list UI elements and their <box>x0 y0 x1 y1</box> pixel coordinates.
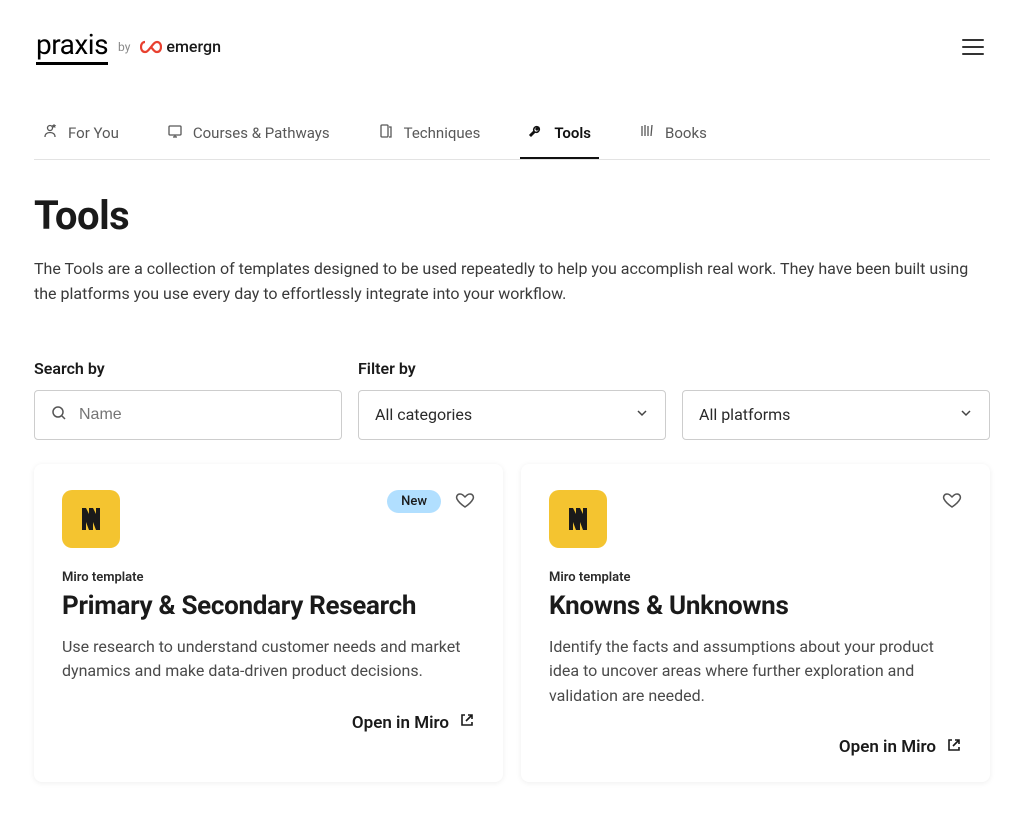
action-label: Open in Miro <box>839 737 936 757</box>
logo-praxis: praxis <box>36 28 108 65</box>
tools-icon <box>528 123 544 143</box>
search-icon <box>51 405 67 425</box>
miro-icon <box>549 490 607 548</box>
card-subtitle: Miro template <box>62 570 475 585</box>
external-link-icon <box>459 712 475 733</box>
search-label: Search by <box>34 359 342 378</box>
logo-emergn: emergn <box>140 37 221 56</box>
search-input-wrap[interactable] <box>34 390 342 440</box>
cards-grid: New Miro template Primary & Secondary Re… <box>34 464 990 782</box>
page-description: The Tools are a collection of templates … <box>34 257 990 307</box>
platform-select[interactable]: All platforms <box>682 390 990 440</box>
books-icon <box>639 123 655 143</box>
external-link-icon <box>946 737 962 758</box>
favorite-button[interactable] <box>942 490 962 514</box>
platform-group: All platforms <box>682 359 990 440</box>
logo-group[interactable]: praxis by emergn <box>36 28 221 65</box>
card-description: Use research to understand customer need… <box>62 635 475 685</box>
new-badge: New <box>387 490 441 513</box>
search-group: Search by <box>34 359 342 440</box>
favorite-button[interactable] <box>455 490 475 514</box>
tab-label: Courses & Pathways <box>193 124 330 142</box>
card-title: Knowns & Unknowns <box>549 591 962 621</box>
search-input[interactable] <box>79 406 325 424</box>
card-title: Primary & Secondary Research <box>62 591 475 621</box>
platform-label-spacer <box>682 359 990 378</box>
chevron-down-icon <box>635 405 649 424</box>
open-in-miro-link[interactable]: Open in Miro <box>62 712 475 733</box>
tab-techniques[interactable]: Techniques <box>370 113 489 159</box>
chevron-down-icon <box>959 405 973 424</box>
action-label: Open in Miro <box>352 713 449 733</box>
card-description: Identify the facts and assumptions about… <box>549 635 962 709</box>
logo-emergn-text: emergn <box>166 37 221 56</box>
tab-tools[interactable]: Tools <box>520 113 599 159</box>
open-in-miro-link[interactable]: Open in Miro <box>549 737 962 758</box>
category-select[interactable]: All categories <box>358 390 666 440</box>
controls-row: Search by Filter by All categories All p… <box>34 359 990 440</box>
tool-card[interactable]: Miro template Knowns & Unknowns Identify… <box>521 464 990 782</box>
tab-label: Techniques <box>404 124 481 142</box>
techniques-icon <box>378 123 394 143</box>
infinity-icon <box>140 40 162 54</box>
nav-tabs: For You Courses & Pathways Techniques To… <box>34 113 990 160</box>
main-content: Tools The Tools are a collection of temp… <box>0 160 1024 822</box>
tab-label: Books <box>665 124 707 142</box>
tab-courses[interactable]: Courses & Pathways <box>159 113 338 159</box>
header: praxis by emergn <box>0 0 1024 77</box>
user-star-icon <box>42 123 58 143</box>
menu-button[interactable] <box>962 39 984 55</box>
tab-for-you[interactable]: For You <box>34 113 127 159</box>
logo-by-text: by <box>118 40 130 54</box>
category-selected: All categories <box>375 405 472 424</box>
tool-card[interactable]: New Miro template Primary & Secondary Re… <box>34 464 503 782</box>
courses-icon <box>167 123 183 143</box>
card-subtitle: Miro template <box>549 570 962 585</box>
tab-label: For You <box>68 124 119 142</box>
miro-icon <box>62 490 120 548</box>
tab-books[interactable]: Books <box>631 113 715 159</box>
filter-label: Filter by <box>358 359 666 378</box>
page-title: Tools <box>34 192 990 239</box>
tab-label: Tools <box>554 124 591 142</box>
platform-selected: All platforms <box>699 405 790 424</box>
filter-group: Filter by All categories <box>358 359 666 440</box>
